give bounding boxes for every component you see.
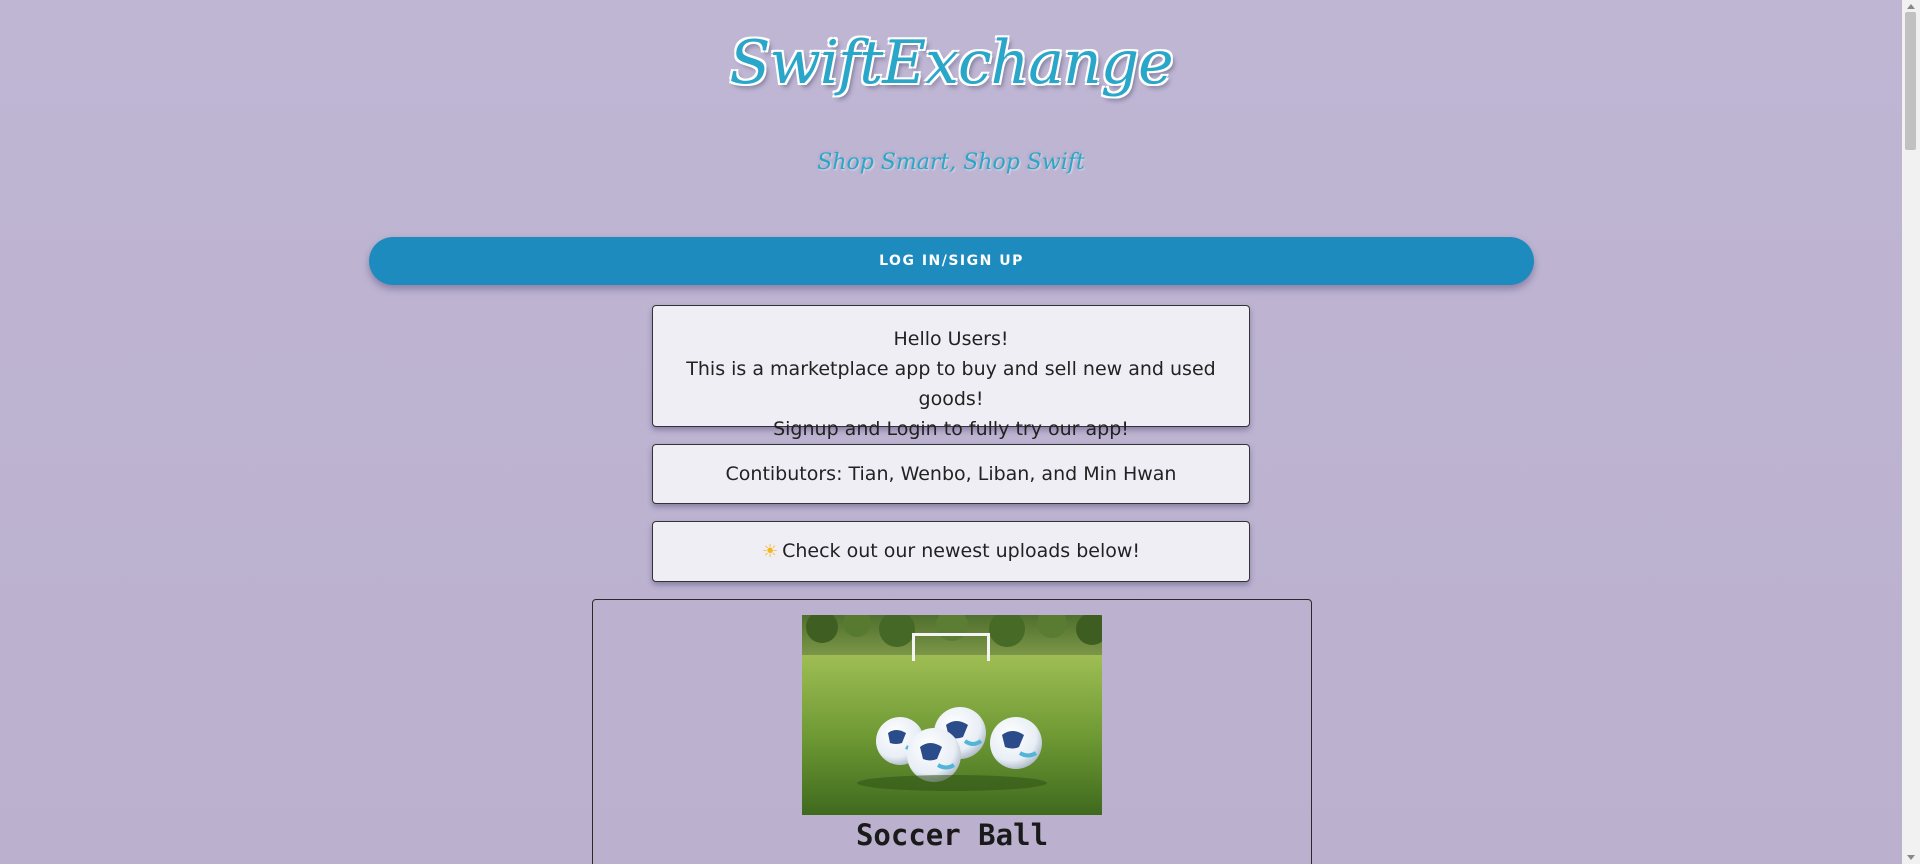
- newest-uploads-card: ☀ Check out our newest uploads below!: [652, 521, 1250, 582]
- sun-icon: ☀: [761, 541, 779, 562]
- scroll-up-arrow-icon[interactable]: [1907, 4, 1915, 9]
- contributors-card: Contibutors: Tian, Wenbo, Liban, and Min…: [652, 444, 1250, 504]
- product-title[interactable]: Soccer Ball: [593, 818, 1311, 852]
- intro-greeting: Hello Users!: [893, 328, 1009, 350]
- brand-tagline: Shop Smart, Shop Swift: [817, 150, 1085, 175]
- brand-title: SwiftExchange: [729, 28, 1173, 98]
- intro-card: Hello Users! This is a marketplace app t…: [652, 305, 1250, 440]
- scrollbar-thumb[interactable]: [1905, 12, 1916, 150]
- product-image[interactable]: [802, 615, 1102, 815]
- scroll-down-arrow-icon[interactable]: [1907, 855, 1915, 860]
- page: SwiftExchange Shop Smart, Shop Swift LOG…: [0, 0, 1902, 864]
- intro-call-to-action: Signup and Login to fully try our app!: [773, 418, 1129, 440]
- product-card[interactable]: Soccer Ball: [592, 599, 1312, 864]
- newest-uploads-text: Check out our newest uploads below!: [782, 540, 1141, 562]
- contributors-text: Contibutors: Tian, Wenbo, Liban, and Min…: [725, 463, 1177, 485]
- login-signup-button[interactable]: LOG IN/SIGN UP: [369, 237, 1534, 285]
- page-scrollbar[interactable]: [1902, 0, 1920, 864]
- intro-description: This is a marketplace app to buy and sel…: [686, 358, 1216, 410]
